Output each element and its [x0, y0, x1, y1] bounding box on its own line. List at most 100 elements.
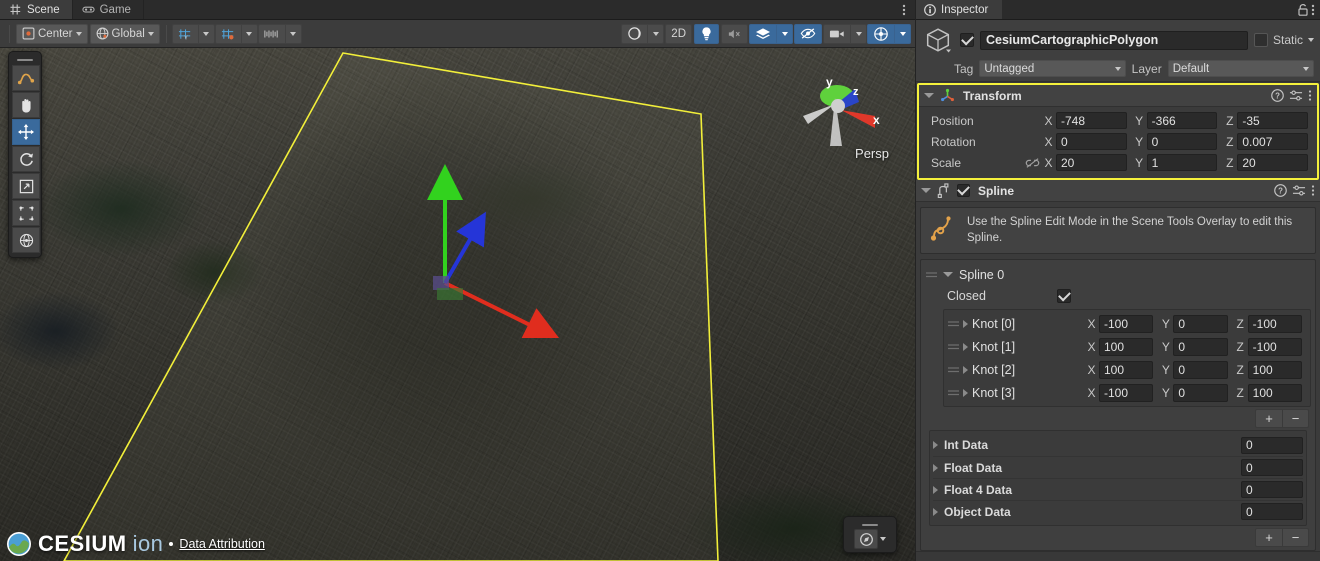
rotate-tool-button[interactable]: [12, 146, 40, 172]
knot-2-drag-handle[interactable]: [947, 366, 959, 374]
scale-ruler-dropdown[interactable]: [286, 24, 302, 44]
layer-dropdown[interactable]: Default: [1168, 60, 1314, 77]
knot-2-foldout-icon[interactable]: [963, 366, 968, 374]
knot-1-y-field[interactable]: 0: [1173, 338, 1227, 356]
tag-dropdown[interactable]: Untagged: [979, 60, 1125, 77]
knot-0-z-field[interactable]: -100: [1248, 315, 1302, 333]
knot-2-y-field[interactable]: 0: [1173, 361, 1227, 379]
scale-tool-button[interactable]: [12, 173, 40, 199]
float-data-foldout-icon[interactable]: [933, 464, 938, 472]
knot-1-z-field[interactable]: -100: [1248, 338, 1302, 356]
knot-3-x-field[interactable]: -100: [1099, 384, 1153, 402]
closed-checkbox[interactable]: [1057, 289, 1071, 303]
draw-mode-button[interactable]: [621, 24, 648, 44]
gizmos-toggle[interactable]: [867, 24, 895, 44]
transform-foldout-icon[interactable]: [924, 93, 934, 98]
rotation-y-field[interactable]: 0: [1147, 133, 1218, 150]
scene-audio-toggle[interactable]: [721, 24, 748, 44]
int-data-foldout-icon[interactable]: [933, 441, 938, 449]
overlay-drag-handle[interactable]: [12, 55, 38, 64]
scene-tab-menu-button[interactable]: [893, 0, 915, 19]
scene-viewport[interactable]: y z x Persp CESIUM ion Data Attribution: [0, 48, 915, 561]
tab-scene[interactable]: Scene: [0, 0, 73, 19]
scene-fx-toggle[interactable]: [749, 24, 777, 44]
handle-space-button[interactable]: Global: [90, 24, 160, 44]
increment-snap-dropdown[interactable]: [242, 24, 258, 44]
tab-inspector[interactable]: Inspector: [916, 0, 1002, 19]
knot-0-foldout-icon[interactable]: [963, 320, 968, 328]
data-attribution-link[interactable]: Data Attribution: [179, 537, 264, 551]
static-dropdown-chevron-down-icon[interactable]: [1308, 38, 1314, 42]
scene-lighting-toggle[interactable]: [694, 24, 719, 44]
rotation-x-field[interactable]: 0: [1056, 133, 1127, 150]
effects-dropdown[interactable]: [777, 24, 793, 44]
knot-remove-button[interactable]: −: [1282, 410, 1308, 427]
move-tool-button[interactable]: [12, 119, 40, 145]
rotation-z-field[interactable]: 0.007: [1237, 133, 1308, 150]
hand-tool-button[interactable]: [12, 92, 40, 118]
spline-component-header[interactable]: Spline ?: [916, 180, 1320, 202]
spline-tool-button[interactable]: [12, 65, 40, 91]
gameobject-name-field[interactable]: CesiumCartographicPolygon: [980, 31, 1248, 50]
knot-3-z-field[interactable]: 100: [1248, 384, 1302, 402]
knot-add-button[interactable]: +: [1256, 410, 1282, 427]
inspector-menu-button[interactable]: [1311, 3, 1315, 17]
float-data-field[interactable]: 0: [1241, 459, 1303, 476]
rect-tool-button[interactable]: [12, 200, 40, 226]
help-icon[interactable]: ?: [1271, 89, 1284, 102]
lock-icon[interactable]: [1297, 3, 1309, 17]
spline-0-foldout-icon[interactable]: [943, 272, 953, 277]
knot-0-drag-handle[interactable]: [947, 320, 959, 328]
draw-mode-dropdown[interactable]: [648, 24, 664, 44]
position-z-field[interactable]: -35: [1237, 112, 1308, 129]
spline-add-button[interactable]: +: [1256, 529, 1282, 546]
chevron-down-icon[interactable]: [880, 537, 886, 541]
scene-camera-dropdown[interactable]: [851, 24, 867, 44]
scene-camera-icon[interactable]: [854, 529, 878, 549]
hidden-objects-toggle[interactable]: [794, 24, 822, 44]
preset-sliders-icon[interactable]: [1292, 184, 1306, 197]
scale-z-field[interactable]: 20: [1237, 154, 1308, 171]
knot-1-foldout-icon[interactable]: [963, 343, 968, 351]
knot-2-x-field[interactable]: 100: [1099, 361, 1153, 379]
spline-drag-handle[interactable]: [925, 271, 937, 279]
preset-sliders-icon[interactable]: [1289, 89, 1303, 102]
knot-3-foldout-icon[interactable]: [963, 389, 968, 397]
transform-tool-button[interactable]: [12, 227, 40, 253]
unlinked-icon[interactable]: [1023, 157, 1041, 169]
transform-component-header[interactable]: Transform ?: [919, 85, 1317, 107]
knot-3-drag-handle[interactable]: [947, 389, 959, 397]
tab-game[interactable]: Game: [73, 0, 144, 19]
knot-3-y-field[interactable]: 0: [1173, 384, 1227, 402]
help-icon[interactable]: ?: [1274, 184, 1287, 197]
spline-menu-button[interactable]: [1311, 184, 1315, 197]
grid-snap-button[interactable]: Y: [172, 24, 199, 44]
pivot-mode-button[interactable]: Center: [16, 24, 88, 44]
grid-snap-dropdown[interactable]: [199, 24, 215, 44]
scale-ruler-button[interactable]: [258, 24, 286, 44]
spline-foldout-icon[interactable]: [921, 188, 931, 193]
move-gizmo[interactable]: [390, 108, 590, 338]
spline-enabled-checkbox[interactable]: [957, 184, 970, 197]
projection-mode-label[interactable]: Persp: [855, 146, 889, 161]
object-data-field[interactable]: 0: [1241, 503, 1303, 520]
scale-y-field[interactable]: 1: [1147, 154, 1218, 171]
scale-x-field[interactable]: 20: [1056, 154, 1127, 171]
transform-menu-button[interactable]: [1308, 89, 1312, 102]
float4-data-field[interactable]: 0: [1241, 481, 1303, 498]
gizmos-dropdown[interactable]: [895, 24, 911, 44]
gameobject-enabled-checkbox[interactable]: [960, 33, 974, 47]
camera-overlay-drag-handle[interactable]: [847, 520, 893, 529]
knot-0-x-field[interactable]: -100: [1099, 315, 1153, 333]
int-data-field[interactable]: 0: [1241, 437, 1303, 454]
position-y-field[interactable]: -366: [1147, 112, 1218, 129]
spline-remove-button[interactable]: −: [1282, 529, 1308, 546]
object-data-foldout-icon[interactable]: [933, 508, 938, 516]
knot-0-y-field[interactable]: 0: [1173, 315, 1227, 333]
increment-snap-button[interactable]: [215, 24, 242, 44]
knot-1-drag-handle[interactable]: [947, 343, 959, 351]
knot-1-x-field[interactable]: 100: [1099, 338, 1153, 356]
position-x-field[interactable]: -748: [1056, 112, 1127, 129]
float4-data-foldout-icon[interactable]: [933, 486, 938, 494]
knot-2-z-field[interactable]: 100: [1248, 361, 1302, 379]
